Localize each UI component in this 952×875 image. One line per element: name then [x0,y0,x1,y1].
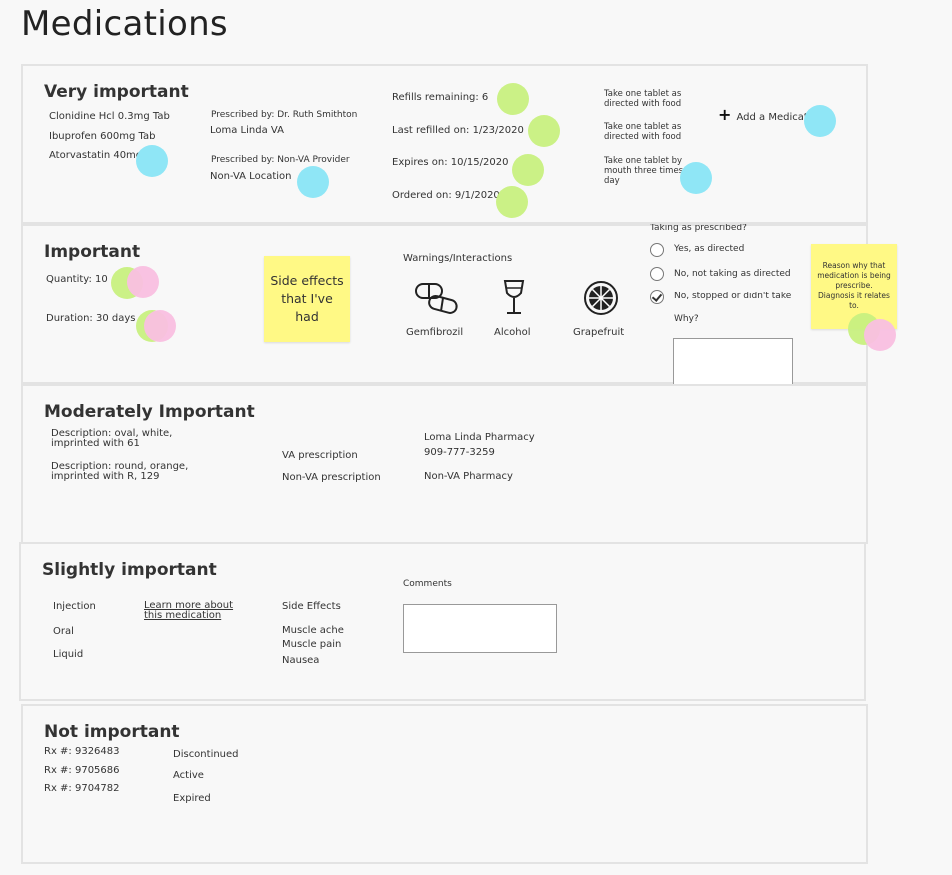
option-label: No, not taking as directed [674,269,791,279]
pink-annotation-dot [144,310,176,342]
pharmacy-phone[interactable]: 909-777-3259 [424,447,495,458]
prescription-type: VA prescription [282,450,358,461]
sticky-text: Side effects that I've had [270,273,344,324]
pill-description: Description: round, orange, imprinted wi… [51,461,189,482]
sticky-text: Reason why that medication is being pres… [817,261,891,310]
wine-glass-icon [503,280,525,314]
med-name[interactable]: Ibuprofen 600mg Tab [49,131,155,142]
section-title-moderately-important: Moderately Important [44,402,255,422]
warning-label-grapefruit: Grapefruit [573,327,625,338]
page-title: Medications [21,4,228,44]
rx-number: Rx #: 9705686 [44,765,120,776]
side-effects-title: Side Effects [282,601,341,612]
prescription-type: Non-VA prescription [282,472,381,483]
rx-status: Active [173,770,204,781]
prescriber-label: Prescribed by: Non-VA Provider [211,155,350,165]
blue-annotation-dot [136,145,168,177]
add-medication-label: Add a Medication [736,112,811,123]
radio-stopped-or-didnt-take[interactable] [650,290,664,304]
route-item: Liquid [53,649,84,660]
last-refilled: Last refilled on: 1/23/2020 [392,125,524,136]
warning-label-gemfibrozil: Gemfibrozil [406,327,464,338]
route-item: Injection [53,601,96,612]
pill-capsule-icon [415,283,458,314]
pill-description: Description: oval, white, imprinted with… [51,428,173,449]
side-effect-item: Nausea [282,655,320,666]
rx-number: Rx #: 9704782 [44,783,120,794]
why-label: Why? [674,314,699,324]
non-va-pharmacy: Non-VA Pharmacy [424,471,513,482]
blue-annotation-dot [297,166,329,198]
refills-remaining: Refills remaining: 6 [392,92,489,103]
section-title-slightly-important: Slightly important [42,560,217,580]
green-annotation-dot [528,115,560,147]
prescriber-location: Non-VA Location [210,171,292,182]
add-medication-button[interactable]: + Add a Medication [718,105,810,124]
rx-number: Rx #: 9326483 [44,746,120,757]
pink-annotation-dot [127,266,159,298]
comments-input[interactable] [403,604,557,653]
ordered-on: Ordered on: 9/1/2020 [392,190,500,201]
option-label: No, stopped or didn't take [674,292,792,301]
green-annotation-dot [497,83,529,115]
comments-label: Comments [403,579,452,589]
learn-more-link[interactable]: Learn more about this medication [144,601,244,621]
warnings-title: Warnings/Interactions [403,253,513,264]
instruction-text: Take one tablet as directed with food [604,89,682,109]
prescriber-label: Prescribed by: Dr. Ruth Smithton [211,110,358,120]
grapefruit-icon [584,281,618,315]
radio-not-taking-as-directed[interactable] [650,267,664,281]
route-item: Oral [53,626,74,637]
expires-on: Expires on: 10/15/2020 [392,157,509,168]
med-name[interactable]: Atorvastatin 40mg [49,150,145,161]
section-title-very-important: Very important [44,82,189,102]
section-title-important: Important [44,242,141,262]
med-name[interactable]: Clonidine Hcl 0.3mg Tab [49,111,170,122]
pharmacy-name: Loma Linda Pharmacy [424,432,535,443]
blue-annotation-dot [804,105,836,137]
option-label: Yes, as directed [674,244,745,254]
plus-icon: + [718,105,732,124]
duration: Duration: 30 days [46,313,136,324]
taking-as-prescribed-question: Taking as prescribed? [650,224,747,233]
side-effect-item: Muscle ache [282,625,344,636]
blue-annotation-dot [680,162,712,194]
instruction-text: Take one tablet as directed with food [604,122,682,142]
section-title-not-important: Not important [44,722,180,742]
radio-yes-as-directed[interactable] [650,243,664,257]
green-annotation-dot [512,154,544,186]
prescriber-location: Loma Linda VA [210,125,284,136]
pink-annotation-dot [864,319,896,351]
quantity: Quantity: 10 [46,274,108,285]
rx-status: Expired [173,793,211,804]
green-annotation-dot [496,186,528,218]
rx-status: Discontinued [173,749,239,760]
warning-label-alcohol: Alcohol [494,327,531,338]
side-effect-item: Muscle pain [282,639,342,650]
side-effects-sticky-note: Side effects that I've had [264,256,350,342]
